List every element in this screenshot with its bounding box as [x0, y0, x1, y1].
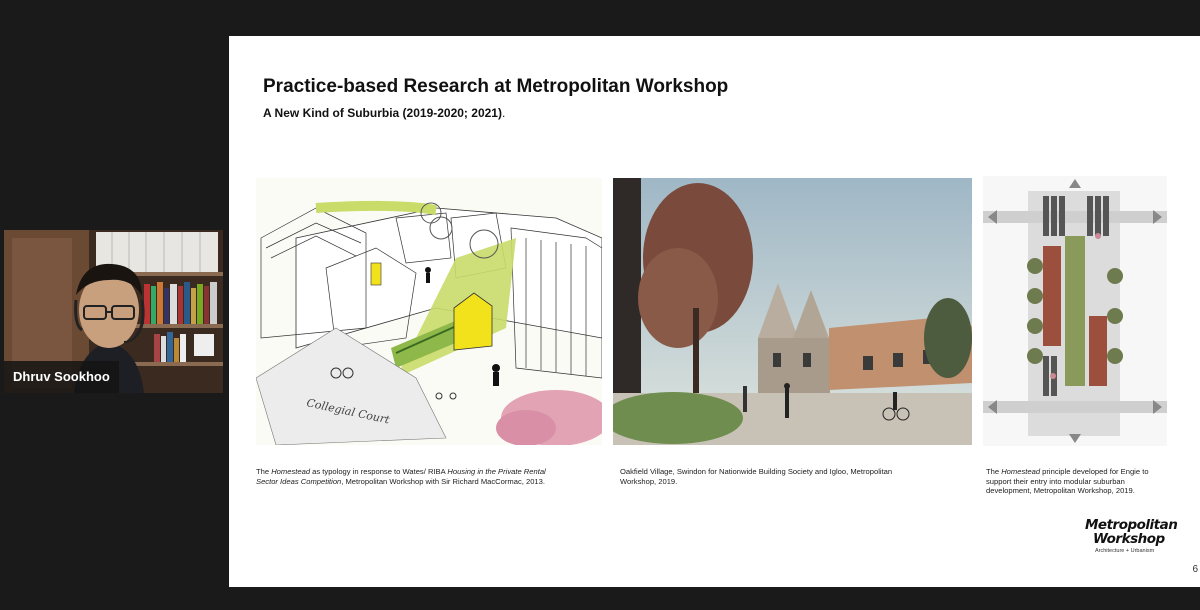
- logo-line2: Workshop: [1093, 531, 1165, 547]
- slide-subtitle-text: A New Kind of Suburbia (2019-2020; 2021): [263, 106, 502, 120]
- caption-left-part1: The: [256, 467, 272, 476]
- slide-subtitle: A New Kind of Suburbia (2019-2020; 2021)…: [263, 106, 505, 120]
- caption-left-part2: Homestead: [271, 467, 311, 476]
- slide-title: Practice-based Research at Metropolitan …: [263, 76, 729, 97]
- caption-right-part1: The: [986, 467, 1002, 476]
- logo-tagline: Architecture + Urbanism: [1095, 548, 1155, 554]
- metropolitan-workshop-logo: Metropolitan Workshop Architecture + Urb…: [1085, 518, 1185, 554]
- slide-subtitle-period: .: [501, 106, 506, 120]
- participant-name-label: Dhruv Sookhoo: [4, 361, 119, 393]
- logo-line1: Metropolitan: [1085, 517, 1178, 533]
- homestead-sketch-image: Collegial Court: [256, 178, 602, 445]
- caption-oakfield-village: Oakfield Village, Swindon for Nationwide…: [620, 467, 893, 486]
- caption-right-part2: Homestead: [1001, 467, 1041, 476]
- caption-homestead-sketch: The Homestead as typology in response to…: [256, 467, 556, 486]
- presentation-slide: Practice-based Research at Metropolitan …: [229, 36, 1200, 587]
- homestead-masterplan-image: [983, 176, 1167, 446]
- participant-video-tile[interactable]: Dhruv Sookhoo: [4, 230, 223, 393]
- slide-page-number: 6: [1192, 564, 1198, 575]
- caption-left-part3: as typology in response to Wates/ RIBA: [310, 467, 448, 476]
- caption-homestead-principle: The Homestead principle developed for En…: [986, 467, 1171, 496]
- caption-left-part5: , Metropolitan Workshop with Sir Richard…: [341, 476, 545, 486]
- oakfield-village-render-image: [613, 178, 972, 445]
